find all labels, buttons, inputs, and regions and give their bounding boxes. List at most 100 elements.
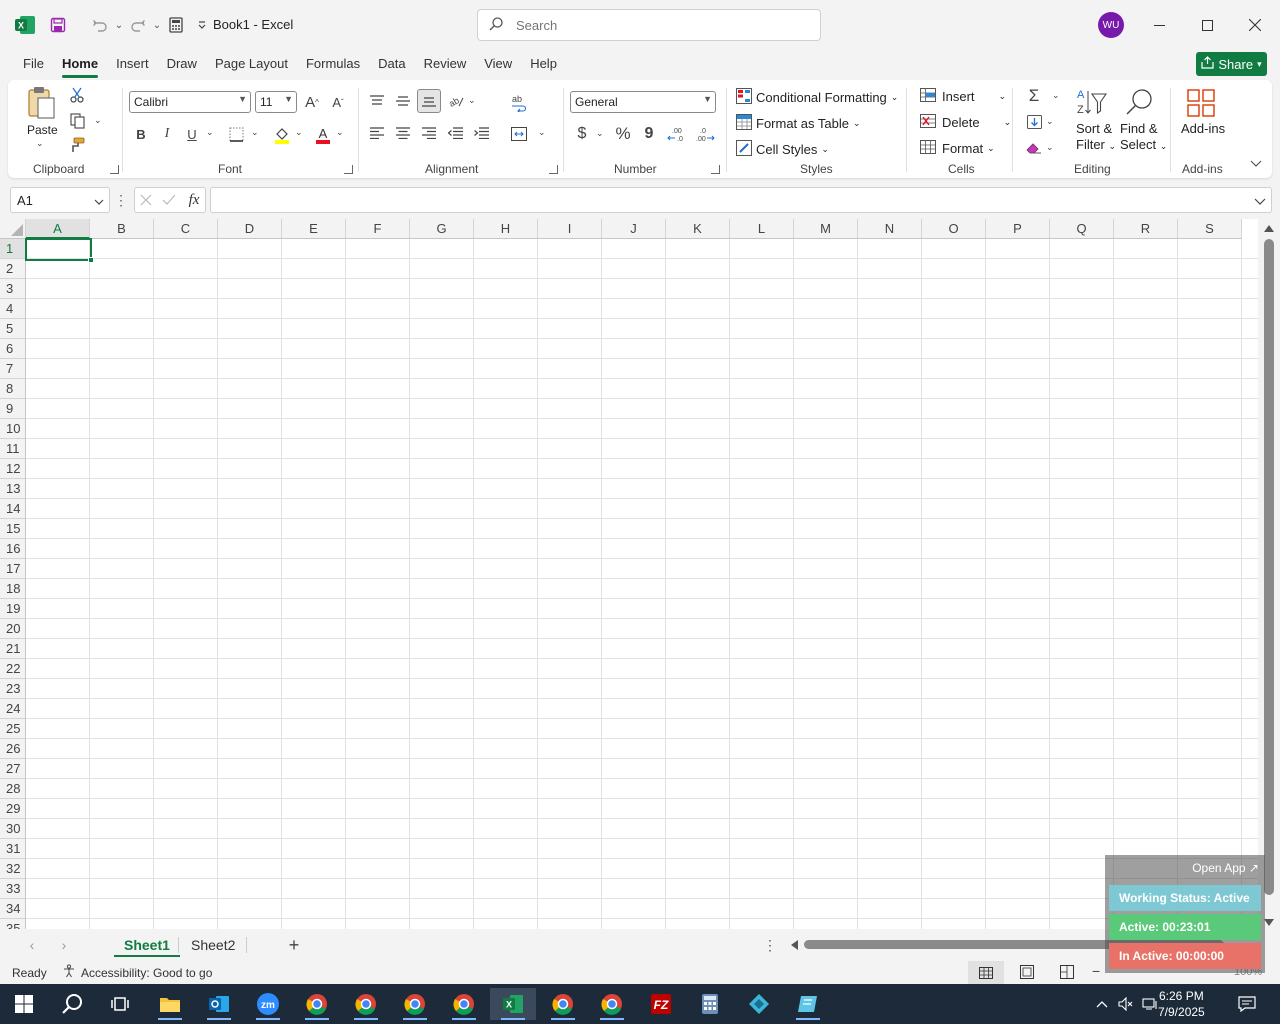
row-header[interactable]: 9 — [0, 399, 26, 419]
borders-icon[interactable] — [226, 124, 246, 144]
file-explorer-icon[interactable] — [150, 988, 190, 1020]
vertical-scrollbar[interactable] — [1258, 219, 1280, 929]
italic-button[interactable]: I — [158, 124, 176, 144]
add-sheet-icon[interactable]: + — [285, 935, 303, 955]
task-view-icon[interactable] — [100, 988, 140, 1020]
align-right-icon[interactable] — [420, 124, 438, 142]
autosum-dropdown-icon[interactable]: ⌄ — [1052, 90, 1060, 101]
alignment-launcher-icon[interactable] — [549, 165, 558, 174]
filezilla-icon[interactable]: FZ — [641, 988, 681, 1020]
column-header[interactable]: Q — [1050, 219, 1114, 239]
row-header[interactable]: 8 — [0, 379, 26, 399]
clipboard-launcher-icon[interactable] — [110, 165, 119, 174]
fill-handle[interactable] — [88, 257, 94, 263]
row-header[interactable]: 1 — [0, 239, 26, 259]
column-header[interactable]: M — [794, 219, 858, 239]
fill-icon[interactable] — [1024, 112, 1044, 132]
top-align-icon[interactable] — [368, 92, 386, 110]
row-header[interactable]: 7 — [0, 359, 26, 379]
conditional-formatting-button[interactable]: Conditional Formatting ⌄ — [736, 88, 898, 107]
calculator-app-icon[interactable] — [690, 988, 730, 1020]
row-header[interactable]: 32 — [0, 859, 26, 879]
row-header[interactable]: 11 — [0, 439, 26, 459]
next-sheet-icon[interactable]: › — [56, 937, 72, 953]
column-header[interactable]: A — [26, 219, 90, 239]
underline-button[interactable]: U — [183, 124, 201, 144]
row-header[interactable]: 13 — [0, 479, 26, 499]
app-icon[interactable] — [788, 988, 828, 1020]
tab-review[interactable]: Review — [415, 50, 476, 78]
row-header[interactable]: 14 — [0, 499, 26, 519]
orientation-icon[interactable]: ab — [446, 91, 466, 111]
column-header[interactable]: C — [154, 219, 218, 239]
fill-color-icon[interactable] — [272, 124, 292, 146]
paste-dropdown-icon[interactable]: ⌄ — [36, 138, 44, 149]
formula-input[interactable] — [210, 187, 1272, 213]
wrap-text-icon[interactable]: ab — [508, 92, 530, 114]
cell-styles-button[interactable]: Cell Styles ⌄ — [736, 140, 829, 159]
fill-color-dropdown-icon[interactable]: ⌄ — [295, 127, 303, 138]
currency-dropdown-icon[interactable]: ⌄ — [596, 128, 604, 139]
column-header[interactable]: H — [474, 219, 538, 239]
comma-style-button[interactable]: 9 — [641, 124, 657, 144]
maximize-icon[interactable] — [1184, 0, 1230, 50]
format-cells-button[interactable]: Format ⌄ — [920, 140, 995, 157]
row-header[interactable]: 28 — [0, 779, 26, 799]
sort-filter-button[interactable]: Sort & Filter ⌄ — [1076, 121, 1116, 154]
row-header[interactable]: 24 — [0, 699, 26, 719]
insert-function-icon[interactable]: fx — [185, 191, 203, 209]
column-header[interactable]: K — [666, 219, 730, 239]
row-header[interactable]: 22 — [0, 659, 26, 679]
increase-decimal-icon[interactable]: .00.0 — [666, 124, 688, 144]
bold-button[interactable]: B — [132, 124, 150, 144]
notifications-icon[interactable] — [1232, 988, 1262, 1020]
save-icon[interactable] — [46, 13, 70, 37]
sort-filter-icon[interactable]: AZ — [1074, 86, 1108, 118]
row-header[interactable]: 34 — [0, 899, 26, 919]
row-header[interactable]: 16 — [0, 539, 26, 559]
tab-draw[interactable]: Draw — [158, 50, 206, 78]
expand-formula-bar-icon[interactable] — [1254, 195, 1266, 209]
column-header[interactable]: N — [858, 219, 922, 239]
row-header[interactable]: 21 — [0, 639, 26, 659]
column-header[interactable]: G — [410, 219, 474, 239]
font-color-icon[interactable]: A — [313, 124, 333, 146]
row-header[interactable]: 10 — [0, 419, 26, 439]
share-button[interactable]: Share ▾ — [1196, 52, 1267, 76]
undo-dropdown-icon[interactable]: ⌄ — [114, 13, 124, 37]
chrome-icon[interactable] — [444, 988, 484, 1020]
volume-muted-icon[interactable] — [1114, 988, 1138, 1020]
clear-icon[interactable] — [1024, 138, 1044, 158]
row-header[interactable]: 23 — [0, 679, 26, 699]
row-header[interactable]: 35 — [0, 919, 26, 929]
column-header[interactable]: B — [90, 219, 154, 239]
worksheet-grid[interactable]: A B C D E F G H I J K L M N O P Q R S 1 2 3 4 5 6 7 8 9 10 11 12 13 14 15… — [0, 219, 1280, 929]
row-header[interactable]: 15 — [0, 519, 26, 539]
row-header[interactable]: 20 — [0, 619, 26, 639]
paste-button[interactable]: Paste — [27, 123, 58, 137]
search-input[interactable] — [516, 17, 796, 33]
row-header[interactable]: 29 — [0, 799, 26, 819]
fill-dropdown-icon[interactable]: ⌄ — [1046, 116, 1054, 127]
outlook-icon[interactable] — [199, 988, 239, 1020]
align-center-icon[interactable] — [394, 124, 412, 142]
orientation-dropdown-icon[interactable]: ⌄ — [468, 95, 476, 106]
calculator-icon[interactable] — [164, 13, 188, 37]
font-name-select[interactable]: Calibri ▼ — [129, 91, 251, 113]
page-layout-view-icon[interactable] — [1020, 965, 1034, 982]
accessibility-status[interactable]: Accessibility: Good to go — [81, 966, 212, 980]
font-size-select[interactable]: 11 ▼ — [255, 91, 297, 113]
excel-taskbar-icon[interactable]: X — [490, 988, 536, 1020]
row-header[interactable]: 31 — [0, 839, 26, 859]
decrease-indent-icon[interactable] — [446, 124, 464, 142]
column-header[interactable]: F — [346, 219, 410, 239]
tab-formulas[interactable]: Formulas — [297, 50, 369, 78]
column-header[interactable]: E — [282, 219, 346, 239]
normal-view-icon[interactable] — [968, 961, 1004, 984]
increase-font-size-icon[interactable]: A ^ — [302, 91, 322, 113]
font-launcher-icon[interactable] — [344, 165, 353, 174]
tab-insert[interactable]: Insert — [107, 50, 158, 78]
sheet-tab-sheet2[interactable]: Sheet2 — [181, 933, 245, 957]
undo-icon[interactable] — [88, 13, 112, 37]
row-header[interactable]: 30 — [0, 819, 26, 839]
